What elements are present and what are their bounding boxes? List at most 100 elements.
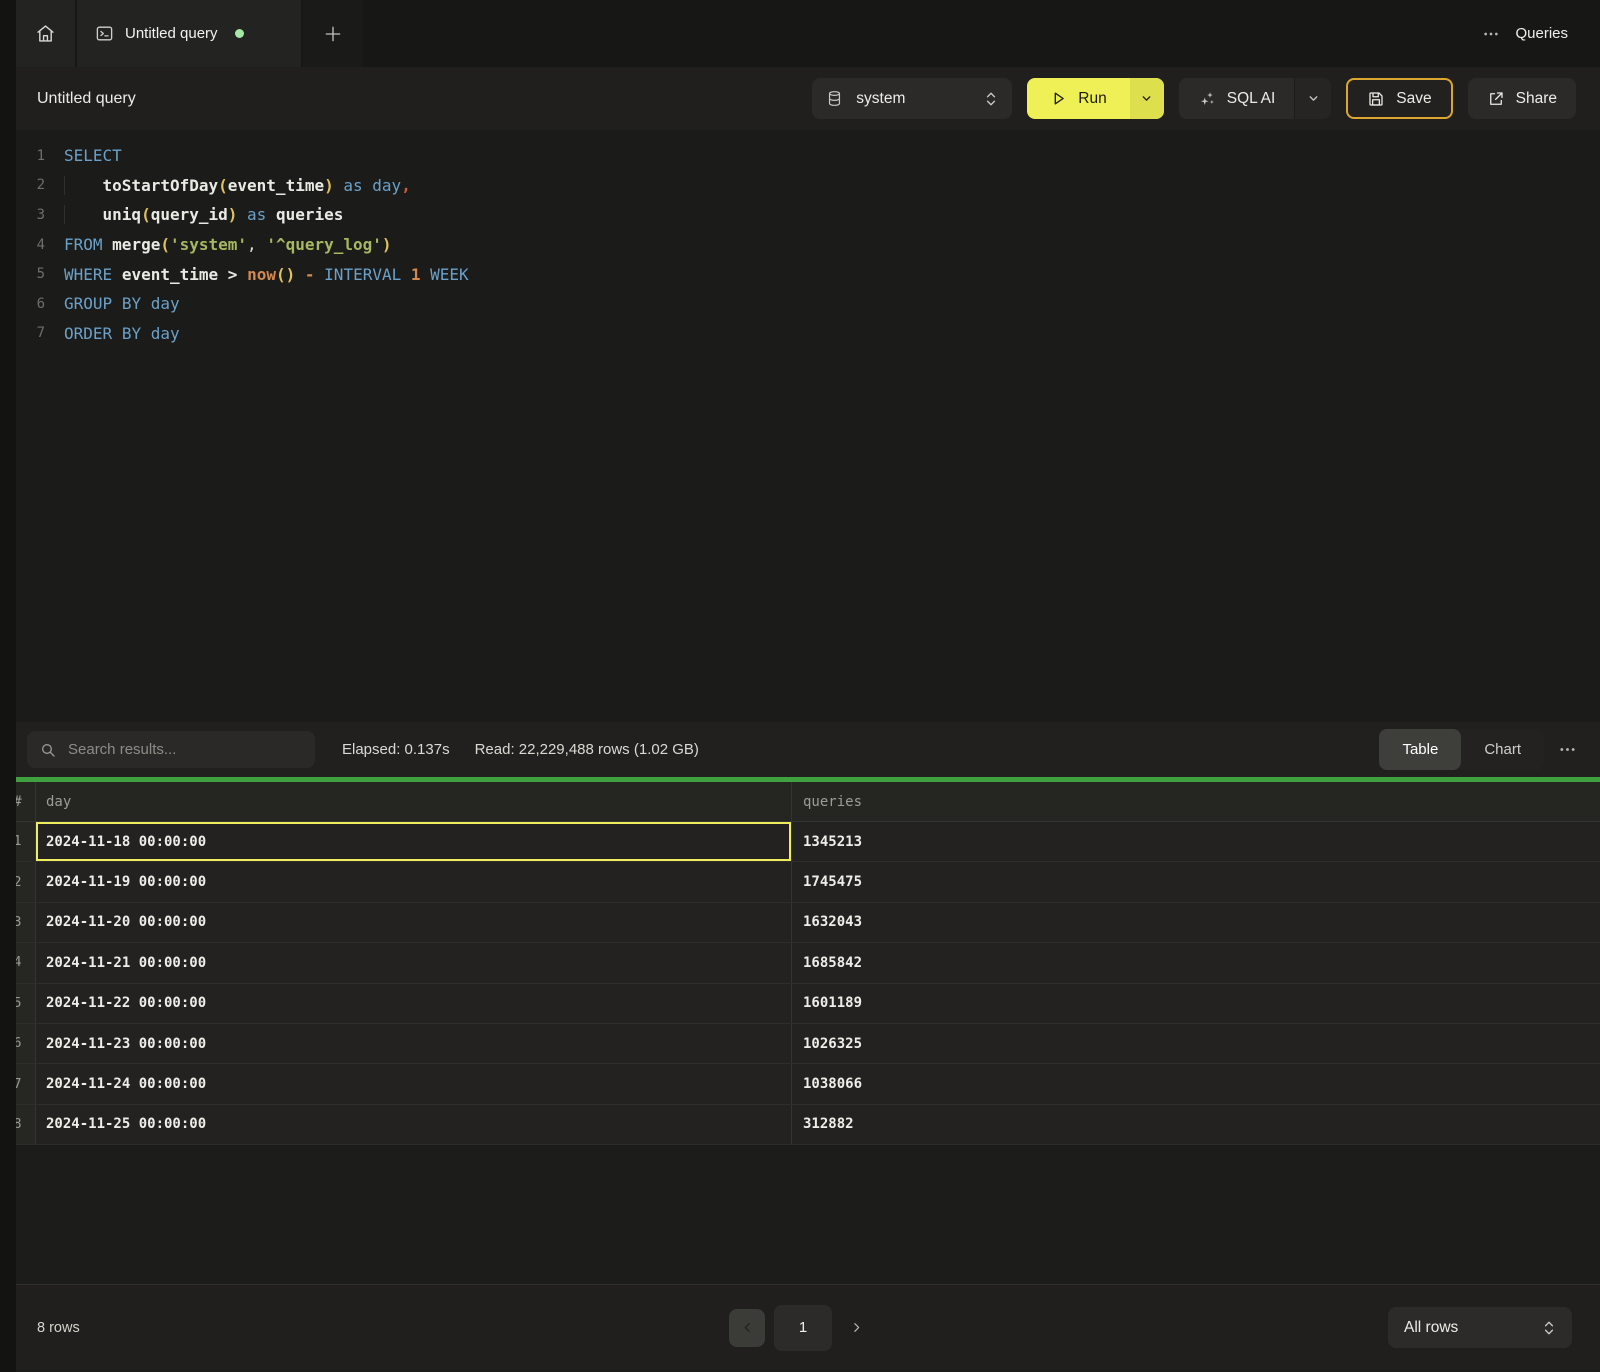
tab-bar: Untitled query Queries [0, 0, 1600, 67]
search-icon [40, 742, 56, 758]
run-options-button[interactable] [1130, 78, 1164, 119]
code-line[interactable]: 6 GROUP BY day [0, 289, 1600, 319]
day-cell[interactable]: 2024-11-18 00:00:00 [35, 822, 792, 861]
day-cell[interactable]: 2024-11-19 00:00:00 [35, 862, 792, 901]
sql-editor[interactable]: 1 SELECT 2 toStartOfDay(event_time) as d… [0, 130, 1600, 722]
pagination: 1 [729, 1305, 871, 1351]
queries-cell[interactable]: 1026325 [792, 1024, 1600, 1063]
day-cell[interactable]: 2024-11-22 00:00:00 [35, 984, 792, 1023]
run-button[interactable]: Run [1027, 78, 1129, 119]
next-page-button[interactable] [841, 1309, 871, 1347]
page-size-value: All rows [1404, 1319, 1542, 1337]
sparkles-icon [1198, 90, 1216, 108]
sql-ai-label: SQL AI [1227, 90, 1276, 108]
tab-label: Untitled query [125, 25, 218, 42]
code-text: FROM merge('system', '^query_log') [64, 235, 392, 254]
save-icon [1367, 90, 1385, 108]
day-cell[interactable]: 2024-11-25 00:00:00 [35, 1105, 792, 1144]
table-row: 1 2024-11-18 00:00:00 1345213 [0, 822, 1600, 862]
database-select-value: system [856, 90, 971, 108]
code-text: WHERE event_time > now() - INTERVAL 1 WE… [64, 265, 469, 284]
sql-ai-button[interactable]: SQL AI [1179, 78, 1295, 119]
table-row: 3 2024-11-20 00:00:00 1632043 [0, 903, 1600, 943]
play-icon [1050, 90, 1067, 107]
chevron-down-icon [1307, 92, 1320, 105]
queries-cell[interactable]: 1601189 [792, 984, 1600, 1023]
home-button[interactable] [16, 0, 75, 67]
share-label: Share [1516, 90, 1557, 108]
left-gutter [0, 0, 16, 1372]
home-icon [35, 23, 56, 44]
code-text: toStartOfDay(event_time) as day, [64, 176, 411, 195]
table-row: 2 2024-11-19 00:00:00 1745475 [0, 862, 1600, 902]
page-size-select[interactable]: All rows [1388, 1307, 1572, 1348]
run-label: Run [1078, 90, 1106, 108]
query-toolbar: Untitled query system Run [0, 67, 1600, 130]
results-menu-icon[interactable] [1559, 741, 1576, 758]
queries-cell[interactable]: 312882 [792, 1105, 1600, 1144]
day-cell[interactable]: 2024-11-23 00:00:00 [35, 1024, 792, 1063]
share-button[interactable]: Share [1468, 78, 1576, 119]
prev-page-button[interactable] [729, 1309, 765, 1347]
code-line[interactable]: 2 toStartOfDay(event_time) as day, [0, 171, 1600, 201]
chevron-right-icon [850, 1321, 863, 1334]
code-line[interactable]: 3 uniq(query_id) as queries [0, 200, 1600, 230]
save-label: Save [1396, 90, 1431, 108]
day-cell[interactable]: 2024-11-21 00:00:00 [35, 943, 792, 982]
code-text: uniq(query_id) as queries [64, 205, 343, 224]
current-page-button[interactable]: 1 [774, 1305, 832, 1351]
code-line[interactable]: 1 SELECT [0, 141, 1600, 171]
row-count: 8 rows [37, 1320, 80, 1336]
table-row: 4 2024-11-21 00:00:00 1685842 [0, 943, 1600, 983]
table-row: 6 2024-11-23 00:00:00 1026325 [0, 1024, 1600, 1064]
new-tab-button[interactable] [303, 0, 363, 67]
results-toolbar: Elapsed: 0.137s Read: 22,229,488 rows (1… [0, 722, 1600, 777]
code-text: SELECT [64, 146, 122, 165]
view-toggle: Table Chart [1379, 729, 1544, 770]
run-button-group: Run [1027, 78, 1163, 119]
database-select[interactable]: system [812, 78, 1012, 119]
day-cell[interactable]: 2024-11-24 00:00:00 [35, 1064, 792, 1103]
queries-panel-toggle[interactable]: Queries [1515, 25, 1568, 42]
read-stat: Read: 22,229,488 rows (1.02 GB) [475, 741, 699, 758]
queries-cell[interactable]: 1038066 [792, 1064, 1600, 1103]
chevron-updown-icon [984, 91, 998, 107]
plus-icon [323, 24, 343, 44]
search-box[interactable] [27, 731, 315, 768]
terminal-icon [95, 24, 114, 43]
database-icon [826, 90, 843, 107]
search-input[interactable] [66, 740, 302, 759]
queries-cell[interactable]: 1345213 [792, 822, 1600, 861]
queries-cell[interactable]: 1745475 [792, 862, 1600, 901]
tab-untitled-query[interactable]: Untitled query [77, 0, 301, 67]
code-line[interactable]: 7 ORDER BY day [0, 319, 1600, 349]
unsaved-dot [235, 29, 244, 38]
code-text: ORDER BY day [64, 324, 180, 343]
table-row: 5 2024-11-22 00:00:00 1601189 [0, 984, 1600, 1024]
table-row: 7 2024-11-24 00:00:00 1038066 [0, 1064, 1600, 1104]
day-cell[interactable]: 2024-11-20 00:00:00 [35, 903, 792, 942]
table-header: # day queries [0, 782, 1600, 822]
share-icon [1487, 90, 1505, 108]
sql-ai-options-button[interactable] [1294, 78, 1331, 119]
queries-cell[interactable]: 1632043 [792, 903, 1600, 942]
sql-ai-button-group: SQL AI [1179, 78, 1332, 119]
save-button[interactable]: Save [1346, 78, 1452, 119]
header-day[interactable]: day [35, 782, 792, 821]
table-row: 8 2024-11-25 00:00:00 312882 [0, 1105, 1600, 1145]
results-footer: 8 rows 1 All rows [0, 1284, 1600, 1370]
code-text: GROUP BY day [64, 294, 180, 313]
panel-menu-icon[interactable] [1483, 26, 1499, 42]
tab-table[interactable]: Table [1379, 729, 1461, 770]
table-filler [0, 1145, 1600, 1284]
header-queries[interactable]: queries [792, 782, 1600, 821]
code-line[interactable]: 5 WHERE event_time > now() - INTERVAL 1 … [0, 259, 1600, 289]
chevron-down-icon [1140, 92, 1153, 105]
code-line[interactable]: 4 FROM merge('system', '^query_log') [0, 230, 1600, 260]
table-body: 1 2024-11-18 00:00:00 1345213 2 2024-11-… [0, 822, 1600, 1145]
elapsed-stat: Elapsed: 0.137s [342, 741, 450, 758]
results-table: # day queries 1 2024-11-18 00:00:00 1345… [0, 782, 1600, 1284]
chevron-left-icon [741, 1321, 754, 1334]
queries-cell[interactable]: 1685842 [792, 943, 1600, 982]
tab-chart[interactable]: Chart [1461, 729, 1544, 770]
